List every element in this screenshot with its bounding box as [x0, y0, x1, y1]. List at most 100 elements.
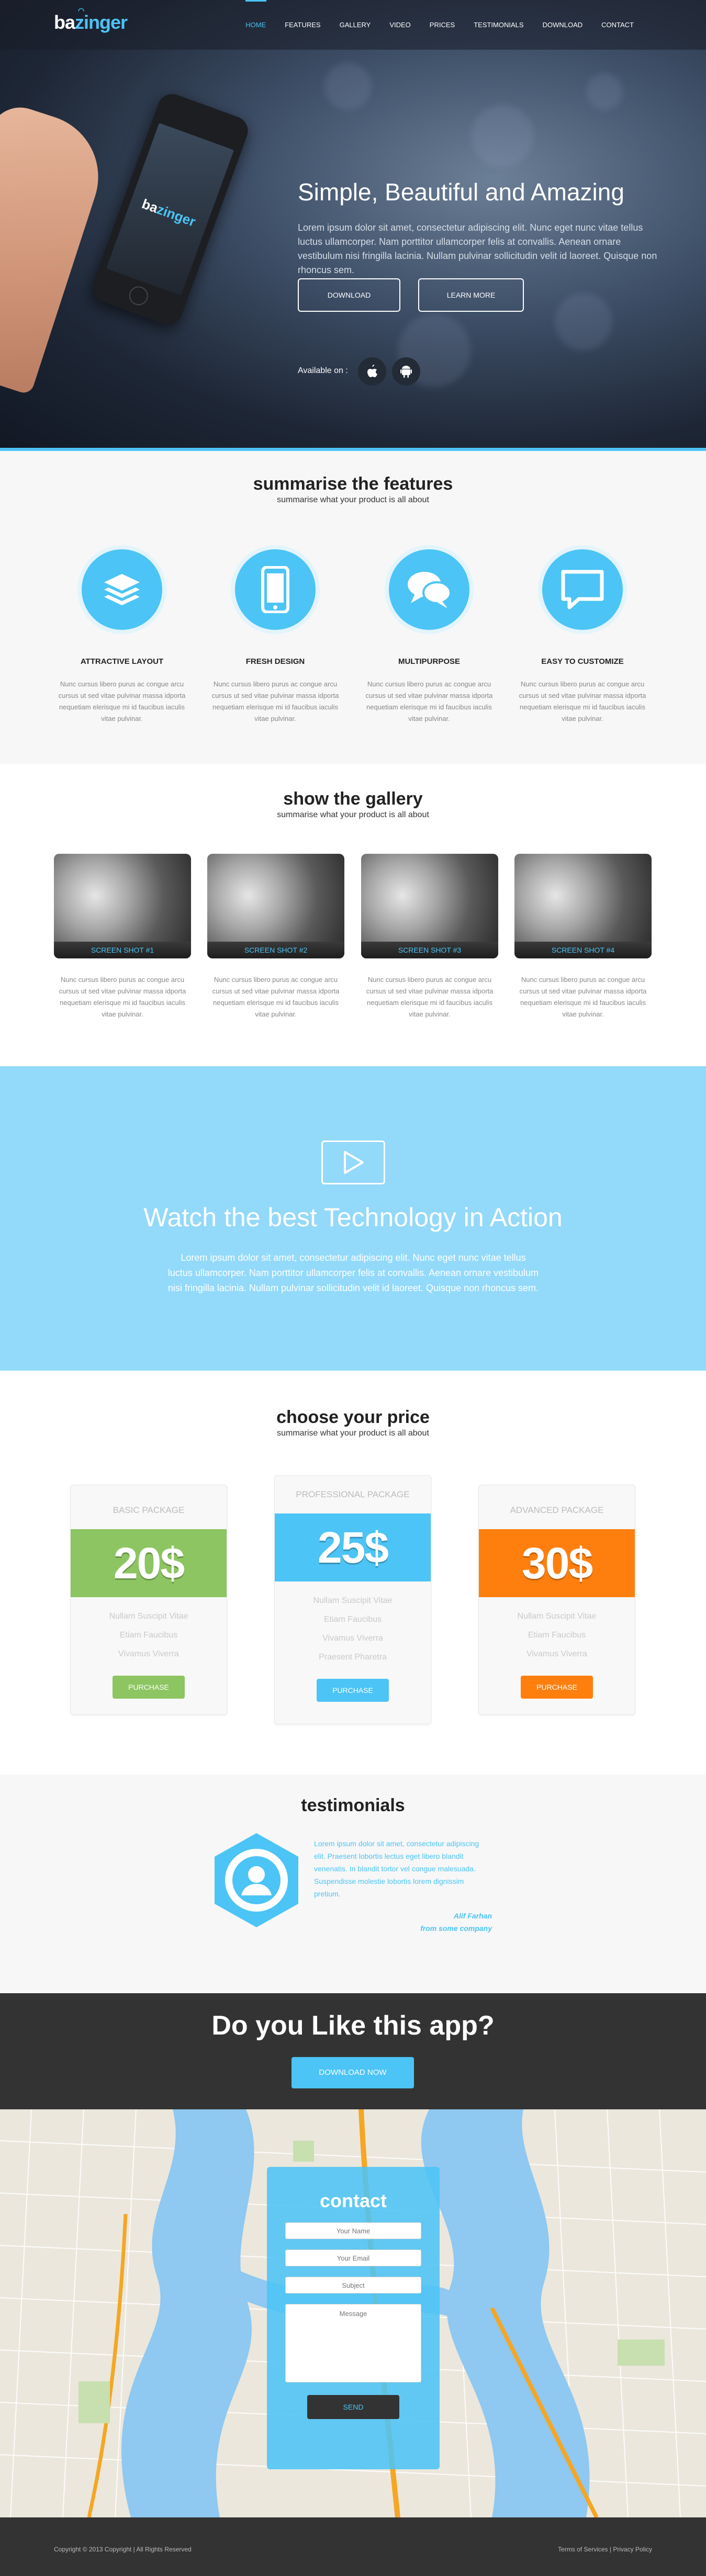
footer: Copyright © 2013 Copyright | All Rights …: [0, 2517, 706, 2576]
package-feature: Vivamus Viverra: [118, 1649, 179, 1658]
download-button[interactable]: DOWNLOAD: [298, 278, 400, 312]
comment-icon: [538, 545, 627, 634]
screenshot-caption: SCREEN SHOT #1: [54, 942, 191, 958]
gallery-item[interactable]: SCREEN SHOT #3 Nunc cursus libero purus …: [361, 854, 498, 1020]
purchase-button[interactable]: PURCHASE: [113, 1676, 185, 1699]
features-section: summarise the features summarise what yo…: [0, 451, 706, 764]
nav-testimonials[interactable]: TESTIMONIALS: [464, 21, 533, 29]
screenshot-caption: SCREEN SHOT #3: [361, 942, 498, 958]
screenshot-text: Nunc cursus libero purus ac congue arcu …: [59, 976, 186, 1018]
play-icon: [344, 1151, 364, 1174]
bokeh-light: [324, 63, 372, 110]
email-field[interactable]: [285, 2250, 421, 2266]
feature-item: MULTIPURPOSE Nunc cursus libero purus ac…: [361, 545, 497, 725]
gallery-item[interactable]: SCREEN SHOT #2 Nunc cursus libero purus …: [207, 854, 344, 1020]
video-section: Watch the best Technology in Action Lore…: [0, 1066, 706, 1371]
features-title: summarise the features: [253, 474, 453, 494]
mobile-icon: [231, 545, 320, 634]
screenshot-caption: SCREEN SHOT #2: [207, 942, 344, 958]
price-card-professional: PROFESSIONAL PACKAGE 25$ Nullam Suscipit…: [274, 1475, 431, 1724]
testimonial-avatar: [215, 1833, 298, 1927]
play-button[interactable]: [321, 1140, 385, 1184]
package-feature: Nullam Suscipit Vitae: [517, 1612, 597, 1621]
feature-text: Nunc cursus libero purus ac congue arcu …: [519, 680, 646, 722]
logo-text-part1: ba: [54, 12, 75, 33]
package-feature: Praesent Pharetra: [319, 1653, 387, 1662]
subject-field[interactable]: [285, 2277, 421, 2293]
gallery-title: show the gallery: [283, 789, 423, 809]
phone-logo: bazinger: [140, 196, 198, 230]
send-button[interactable]: SEND: [307, 2395, 399, 2419]
gallery-item[interactable]: SCREEN SHOT #1 Nunc cursus libero purus …: [54, 854, 191, 1020]
feature-item: ATTRACTIVE LAYOUT Nunc cursus libero pur…: [54, 545, 190, 725]
nav-contact[interactable]: CONTACT: [592, 21, 643, 29]
screenshot-text: Nunc cursus libero purus ac congue arcu …: [519, 976, 647, 1018]
feature-item: EASY TO CUSTOMIZE Nunc cursus libero pur…: [514, 545, 651, 725]
video-title: Watch the best Technology in Action: [143, 1203, 563, 1232]
brand-logo[interactable]: bazinger ◠: [54, 6, 128, 33]
nav-prices[interactable]: PRICES: [420, 21, 464, 29]
quote-company: from some company: [420, 1924, 492, 1933]
pricing-subtitle: summarise what your product is all about: [277, 1429, 429, 1438]
bokeh-light: [471, 105, 534, 167]
chat-icon: [385, 545, 474, 634]
package-price: 30$: [479, 1529, 635, 1597]
top-navbar: bazinger ◠ HOME FEATURES GALLERY VIDEO P…: [0, 0, 706, 50]
nav-download[interactable]: DOWNLOAD: [533, 21, 592, 29]
package-feature: Nullam Suscipit Vitae: [313, 1596, 393, 1605]
bokeh-light: [586, 73, 623, 110]
android-icon[interactable]: [392, 357, 420, 386]
price-card-advanced: ADVANCED PACKAGE 30$ Nullam Suscipit Vit…: [478, 1485, 635, 1715]
feature-title: EASY TO CUSTOMIZE: [541, 657, 624, 666]
feature-title: ATTRACTIVE LAYOUT: [80, 657, 164, 666]
phone-screen: bazinger: [106, 122, 234, 296]
price-card-basic: BASIC PACKAGE 20$ Nullam Suscipit Vitae …: [70, 1485, 227, 1715]
feature-text: Nunc cursus libero purus ac congue arcu …: [365, 680, 493, 722]
footer-links[interactable]: Terms of Services | Privacy Policy: [558, 2546, 652, 2553]
download-now-button[interactable]: DOWNLOAD NOW: [292, 2057, 414, 2088]
nav-home[interactable]: HOME: [236, 0, 275, 29]
package-feature: Nullam Suscipit Vitae: [109, 1612, 188, 1621]
main-menu: HOME FEATURES GALLERY VIDEO PRICES TESTI…: [236, 0, 643, 29]
screenshot-image[interactable]: SCREEN SHOT #3: [361, 854, 498, 958]
package-name: BASIC PACKAGE: [113, 1505, 185, 1515]
learn-more-button[interactable]: LEARN MORE: [418, 278, 524, 312]
available-on-label: Available on :: [298, 366, 348, 375]
gallery-section: show the gallery summarise what your pro…: [0, 764, 706, 1066]
screenshot-image[interactable]: SCREEN SHOT #2: [207, 854, 344, 958]
features-subtitle: summarise what your product is all about: [277, 495, 429, 504]
package-name: PROFESSIONAL PACKAGE: [296, 1489, 410, 1499]
testimonial-quote: Lorem ipsum dolor sit amet, consectetur …: [314, 1837, 492, 1935]
nav-gallery[interactable]: GALLERY: [330, 21, 380, 29]
apple-icon[interactable]: [358, 357, 386, 386]
pricing-title: choose your price: [276, 1407, 430, 1427]
phone-home-button: [126, 284, 151, 308]
nav-features[interactable]: FEATURES: [275, 21, 330, 29]
message-field[interactable]: [285, 2304, 421, 2382]
hero-text: Lorem ipsum dolor sit amet, consectetur …: [298, 222, 657, 275]
gallery-subtitle: summarise what your product is all about: [277, 810, 429, 819]
cta-title: Do you Like this app?: [211, 2010, 495, 2041]
layers-icon: [77, 545, 166, 634]
feature-text: Nunc cursus libero purus ac congue arcu …: [58, 680, 186, 722]
gallery-item[interactable]: SCREEN SHOT #4 Nunc cursus libero purus …: [514, 854, 652, 1020]
name-field[interactable]: [285, 2222, 421, 2239]
purchase-button[interactable]: PURCHASE: [521, 1676, 593, 1699]
package-feature: Vivamus Viverra: [322, 1634, 383, 1643]
package-feature: Vivamus Viverra: [526, 1649, 587, 1658]
hero-section: bazinger Simple, Beautiful and Amazing L…: [0, 0, 706, 451]
copyright-text: Copyright © 2013 Copyright | All Rights …: [54, 2546, 192, 2553]
testimonials-title: testimonials: [301, 1795, 405, 1815]
feature-title: FRESH DESIGN: [245, 657, 305, 666]
quote-author: Alif Farhan: [453, 1912, 492, 1920]
package-feature: Etiam Faucibus: [323, 1615, 382, 1624]
map-section[interactable]: contact SEND: [0, 2109, 706, 2517]
screenshot-image[interactable]: SCREEN SHOT #4: [514, 854, 652, 958]
pricing-section: choose your price summarise what your pr…: [0, 1371, 706, 1775]
purchase-button[interactable]: PURCHASE: [317, 1679, 389, 1702]
screenshot-image[interactable]: SCREEN SHOT #1: [54, 854, 191, 958]
package-feature: Etiam Faucibus: [119, 1631, 178, 1640]
package-price: 20$: [71, 1529, 227, 1597]
nav-video[interactable]: VIDEO: [380, 21, 420, 29]
feature-item: FRESH DESIGN Nunc cursus libero purus ac…: [207, 545, 343, 725]
